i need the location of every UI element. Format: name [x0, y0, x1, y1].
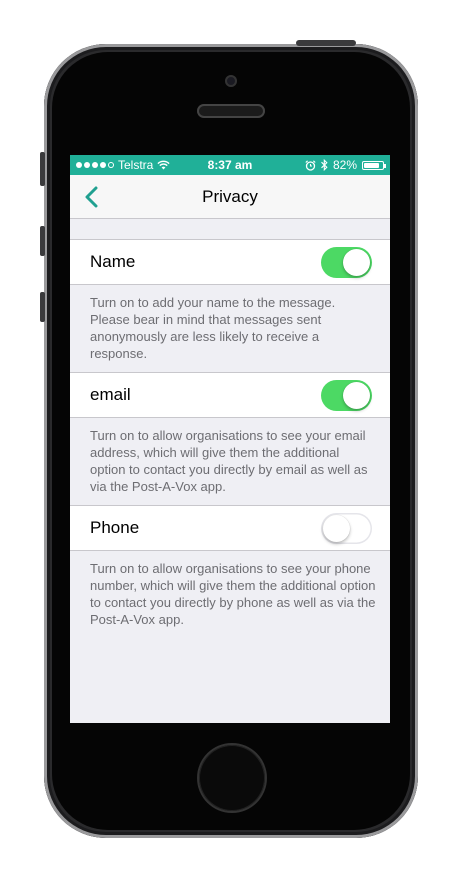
setting-description-email: Turn on to allow organisations to see yo…	[90, 428, 368, 494]
bluetooth-icon	[321, 159, 328, 171]
screen: Telstra 8:37 am 82% Privacy Name Turn on…	[70, 155, 390, 723]
setting-row-name: Name	[70, 239, 390, 285]
toggle-knob	[343, 382, 370, 409]
setting-row-email: email	[70, 372, 390, 418]
earpiece-speaker	[197, 104, 265, 118]
status-right: 82%	[305, 155, 386, 175]
phone-toggle[interactable]	[321, 513, 372, 544]
battery-percentage: 82%	[332, 158, 357, 172]
volume-up-button	[40, 226, 45, 256]
setting-label-email: email	[90, 385, 131, 404]
mute-switch	[40, 152, 45, 186]
name-toggle[interactable]	[321, 247, 372, 278]
battery-icon	[362, 160, 386, 170]
setting-description-name: Turn on to add your name to the message.…	[90, 295, 336, 361]
setting-row-phone: Phone	[70, 505, 390, 551]
setting-label-name: Name	[90, 252, 136, 271]
page-title: Privacy	[202, 187, 258, 206]
power-button	[296, 40, 356, 46]
toggle-knob	[343, 249, 370, 276]
alarm-icon	[305, 159, 316, 171]
navigation-bar: Privacy	[70, 175, 390, 219]
volume-down-button	[40, 292, 45, 322]
home-button[interactable]	[199, 745, 265, 811]
front-camera	[225, 75, 237, 87]
setting-label-phone: Phone	[90, 518, 140, 537]
toggle-knob	[323, 515, 350, 542]
setting-description-phone: Turn on to allow organisations to see yo…	[90, 561, 376, 627]
status-bar: Telstra 8:37 am 82%	[70, 155, 390, 175]
email-toggle[interactable]	[321, 380, 372, 411]
